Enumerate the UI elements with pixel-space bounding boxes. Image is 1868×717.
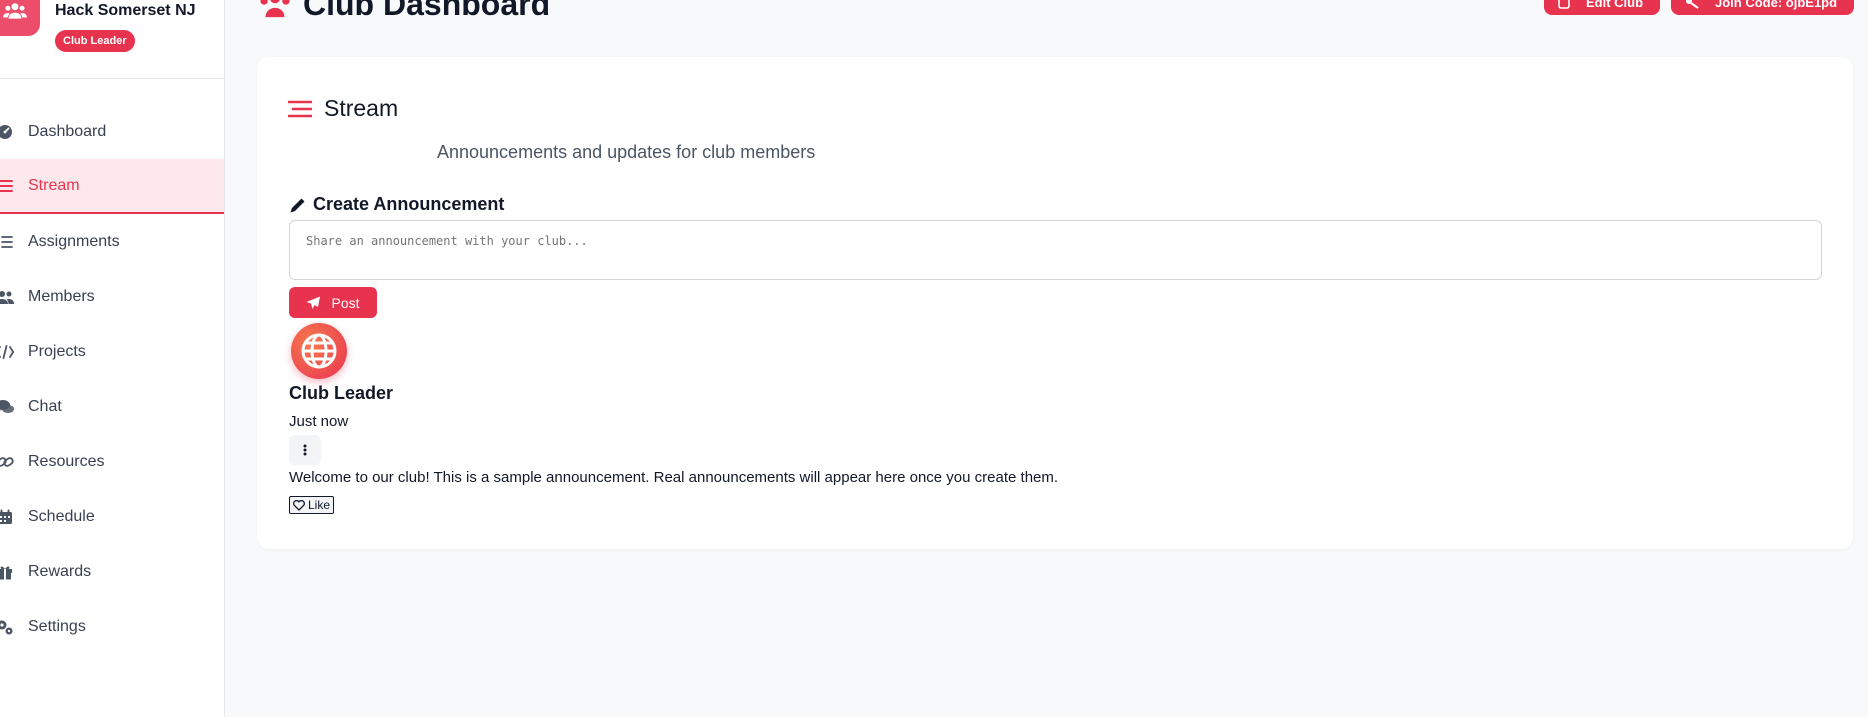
sidebar: Hack Somerset NJ Club Leader Dashboard S… xyxy=(0,0,225,717)
more-options-button[interactable] xyxy=(289,435,321,465)
sidebar-item-rewards[interactable]: Rewards xyxy=(0,544,224,599)
ellipsis-vertical-icon xyxy=(303,444,307,456)
sidebar-item-stream[interactable]: Stream xyxy=(0,159,224,214)
sidebar-item-label: Schedule xyxy=(28,507,95,525)
join-code-button[interactable]: Join Code: ojbE1pd xyxy=(1671,0,1854,15)
users-icon xyxy=(257,0,293,22)
sidebar-item-label: Settings xyxy=(28,617,86,635)
sidebar-item-schedule[interactable]: Schedule xyxy=(0,489,224,544)
post-label: Post xyxy=(331,294,360,311)
sidebar-item-chat[interactable]: Chat xyxy=(0,379,224,434)
sidebar-item-label: Chat xyxy=(28,397,62,415)
announcement-author: Club Leader xyxy=(289,383,394,403)
role-badge: Club Leader xyxy=(55,30,135,52)
edit-club-label: Edit Club xyxy=(1586,0,1644,10)
key-icon xyxy=(1685,0,1699,9)
join-code-label: Join Code: ojbE1pd xyxy=(1715,0,1838,10)
gauge-icon xyxy=(0,123,14,141)
post-button[interactable]: Post xyxy=(289,287,377,318)
stream-subtitle: Announcements and updates for club membe… xyxy=(437,142,816,162)
club-name: Hack Somerset NJ xyxy=(55,2,196,19)
stream-title: Stream xyxy=(324,95,399,121)
sidebar-item-projects[interactable]: Projects xyxy=(0,324,224,379)
announcement-time: Just now xyxy=(289,413,349,430)
users-icon xyxy=(0,0,40,36)
club-header: Hack Somerset NJ Club Leader xyxy=(0,0,224,79)
list-check-icon xyxy=(0,233,14,251)
sidebar-item-dashboard[interactable]: Dashboard xyxy=(0,104,224,159)
stream-heading: Stream xyxy=(288,95,398,122)
sidebar-item-label: Resources xyxy=(28,452,105,470)
code-icon xyxy=(0,343,14,361)
sidebar-item-label: Stream xyxy=(28,176,80,194)
create-announcement-heading: Create Announcement xyxy=(289,194,504,215)
sidebar-item-label: Rewards xyxy=(28,562,92,580)
edit-icon xyxy=(1558,0,1570,9)
sidebar-item-resources[interactable]: Resources xyxy=(0,434,224,489)
sidebar-item-settings[interactable]: Settings xyxy=(0,599,224,654)
announcement-input[interactable] xyxy=(289,220,1822,280)
page-title: Club Dashboard xyxy=(303,0,551,22)
heart-icon xyxy=(293,499,305,511)
paper-plane-icon xyxy=(306,296,321,310)
page-header: Club Dashboard xyxy=(257,0,550,24)
gift-icon xyxy=(0,563,14,581)
edit-club-button[interactable]: Edit Club xyxy=(1544,0,1660,15)
sidebar-item-members[interactable]: Members xyxy=(0,269,224,324)
stream-icon xyxy=(288,99,312,119)
users-icon xyxy=(0,288,14,306)
stream-card: Stream Announcements and updates for clu… xyxy=(257,57,1853,549)
create-announcement-title: Create Announcement xyxy=(313,194,505,214)
link-icon xyxy=(0,453,14,471)
sidebar-item-label: Members xyxy=(28,287,95,305)
like-button[interactable]: Like xyxy=(289,496,335,514)
sidebar-item-label: Dashboard xyxy=(28,122,107,140)
stream-icon xyxy=(0,177,14,195)
sidebar-item-assignments[interactable]: Assignments xyxy=(0,214,224,269)
sidebar-nav: Dashboard Stream Assignments Members Pro… xyxy=(0,104,224,654)
like-label: Like xyxy=(308,498,331,512)
pencil-icon xyxy=(289,196,313,214)
gears-icon xyxy=(0,618,14,636)
sidebar-item-label: Assignments xyxy=(28,232,120,250)
calendar-icon xyxy=(0,508,14,526)
chat-icon xyxy=(0,398,14,416)
sidebar-item-label: Projects xyxy=(28,342,86,360)
announcement-text: Welcome to our club! This is a sample an… xyxy=(289,469,1059,486)
globe-icon xyxy=(291,323,347,379)
